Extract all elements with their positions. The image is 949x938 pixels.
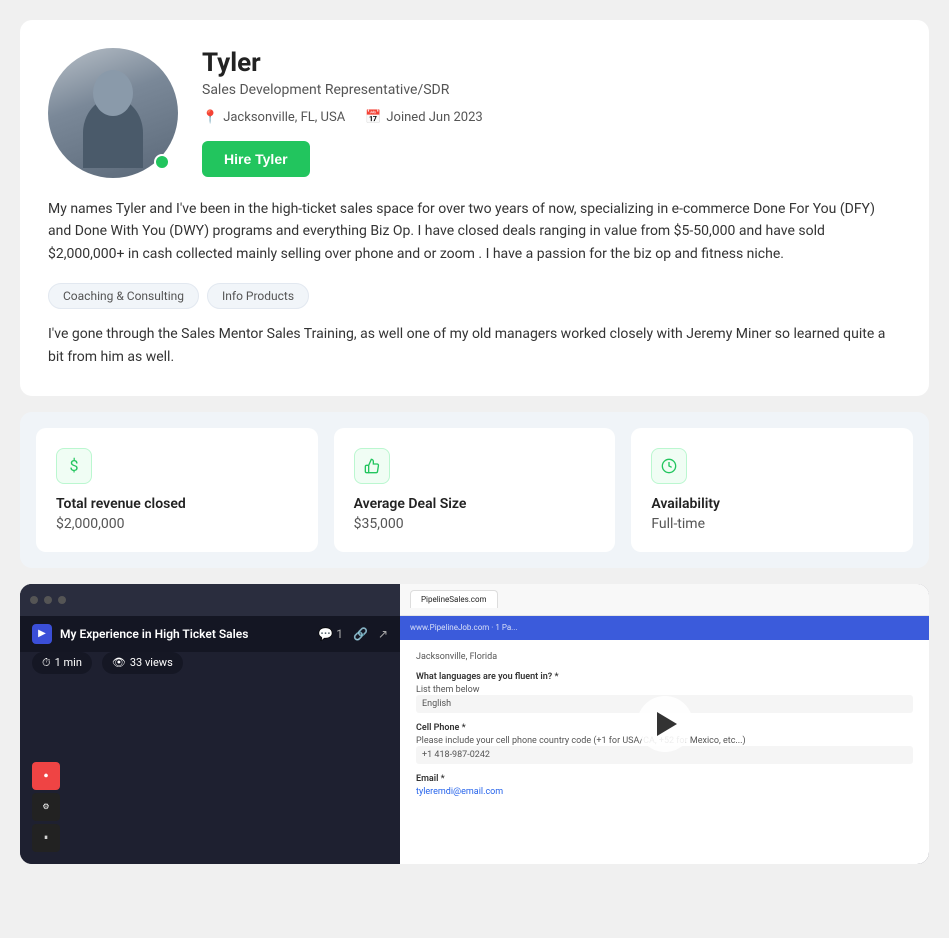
profile-title: Sales Development Representative/SDR (202, 82, 901, 98)
browser-dot-3 (58, 596, 66, 604)
online-indicator (154, 154, 170, 170)
location-text: Jacksonville, FL, USA (223, 110, 345, 125)
video-browser-bar (20, 584, 400, 616)
browser-tab-active[interactable]: PipelineSales.com (410, 590, 498, 608)
video-content: ▶ My Experience in High Ticket Sales 💬 1… (20, 584, 929, 864)
eye-icon: 👁 (112, 656, 126, 669)
record-btn-red[interactable]: ⏺ (32, 762, 60, 790)
duration-badge: ⏱ 1 min (32, 652, 92, 674)
profile-info: Tyler Sales Development Representative/S… (202, 48, 901, 177)
hire-button[interactable]: Hire Tyler (202, 141, 310, 177)
video-title-text: My Experience in High Ticket Sales (60, 627, 248, 641)
revenue-value: $2,000,000 (56, 516, 298, 532)
joined-text: Joined Jun 2023 (386, 110, 482, 125)
views-badge: 👁 33 views (102, 652, 183, 674)
form-field-email: Email * tyleremdi@email.com (416, 774, 913, 797)
calendar-icon: 📅 (365, 110, 381, 125)
link-action[interactable]: 🔗 (353, 627, 368, 641)
comment-action[interactable]: 💬 1 (318, 627, 343, 641)
profile-header: Tyler Sales Development Representative/S… (48, 48, 901, 178)
revenue-label: Total revenue closed (56, 496, 298, 512)
location-meta: 📍 Jacksonville, FL, USA (202, 110, 345, 125)
email-value: tyleremdi@email.com (416, 787, 913, 797)
email-label: Email * (416, 774, 913, 784)
record-btn-settings[interactable]: ⚙ (32, 793, 60, 821)
languages-label: What languages are you fluent in? * (416, 672, 913, 682)
play-button[interactable] (637, 696, 693, 752)
stat-card-revenue: $ Total revenue closed $2,000,000 (36, 428, 318, 552)
tags-container: Coaching & Consulting Info Products (48, 283, 901, 309)
video-left-panel: ▶ My Experience in High Ticket Sales 💬 1… (20, 584, 400, 864)
location-value: Jacksonville, Florida (416, 652, 913, 662)
profile-meta: 📍 Jacksonville, FL, USA 📅 Joined Jun 202… (202, 110, 901, 125)
video-title-bar: ▶ My Experience in High Ticket Sales 💬 1… (20, 616, 400, 652)
record-controls: ⏺ ⚙ ⏸ (32, 762, 60, 852)
browser-dot-1 (30, 596, 38, 604)
video-title-actions: 💬 1 🔗 ↗ (318, 627, 388, 641)
availability-label: Availability (651, 496, 893, 512)
profile-name: Tyler (202, 48, 901, 78)
training-text: I've gone through the Sales Mentor Sales… (48, 323, 901, 368)
stats-container: $ Total revenue closed $2,000,000 Averag… (20, 412, 929, 568)
form-top-url: www.PipelineJob.com · 1 Pa... (410, 623, 518, 632)
languages-sublabel: List them below (416, 685, 913, 695)
video-right-panel: PipelineSales.com www.PipelineJob.com · … (400, 584, 929, 864)
availability-icon (651, 448, 687, 484)
video-title-icon: ▶ (32, 624, 52, 644)
deal-icon (354, 448, 390, 484)
location-icon: 📍 (202, 110, 218, 125)
views-text: 33 views (130, 656, 173, 669)
availability-value: Full-time (651, 516, 893, 532)
stat-card-availability: Availability Full-time (631, 428, 913, 552)
video-form-browser: PipelineSales.com (400, 584, 929, 616)
play-icon (657, 712, 677, 736)
deal-value: $35,000 (354, 516, 596, 532)
browser-dot-2 (44, 596, 52, 604)
bio-text: My names Tyler and I've been in the high… (48, 198, 901, 265)
duration-text: 1 min (55, 656, 82, 669)
form-top-bar: www.PipelineJob.com · 1 Pa... (400, 616, 929, 640)
deal-label: Average Deal Size (354, 496, 596, 512)
clock-icon: ⏱ (42, 656, 51, 670)
record-btn-pause[interactable]: ⏸ (32, 824, 60, 852)
tag-info: Info Products (207, 283, 309, 309)
share-action[interactable]: ↗ (378, 627, 388, 641)
profile-card: Tyler Sales Development Representative/S… (20, 20, 929, 396)
form-field-location: Jacksonville, Florida (416, 652, 913, 662)
avatar-wrap (48, 48, 178, 178)
tag-coaching: Coaching & Consulting (48, 283, 199, 309)
joined-meta: 📅 Joined Jun 2023 (365, 110, 483, 125)
video-card: ▶ My Experience in High Ticket Sales 💬 1… (20, 584, 929, 864)
revenue-icon: $ (56, 448, 92, 484)
video-meta-bar: ⏱ 1 min 👁 33 views (32, 652, 183, 674)
stat-card-deal: Average Deal Size $35,000 (334, 428, 616, 552)
